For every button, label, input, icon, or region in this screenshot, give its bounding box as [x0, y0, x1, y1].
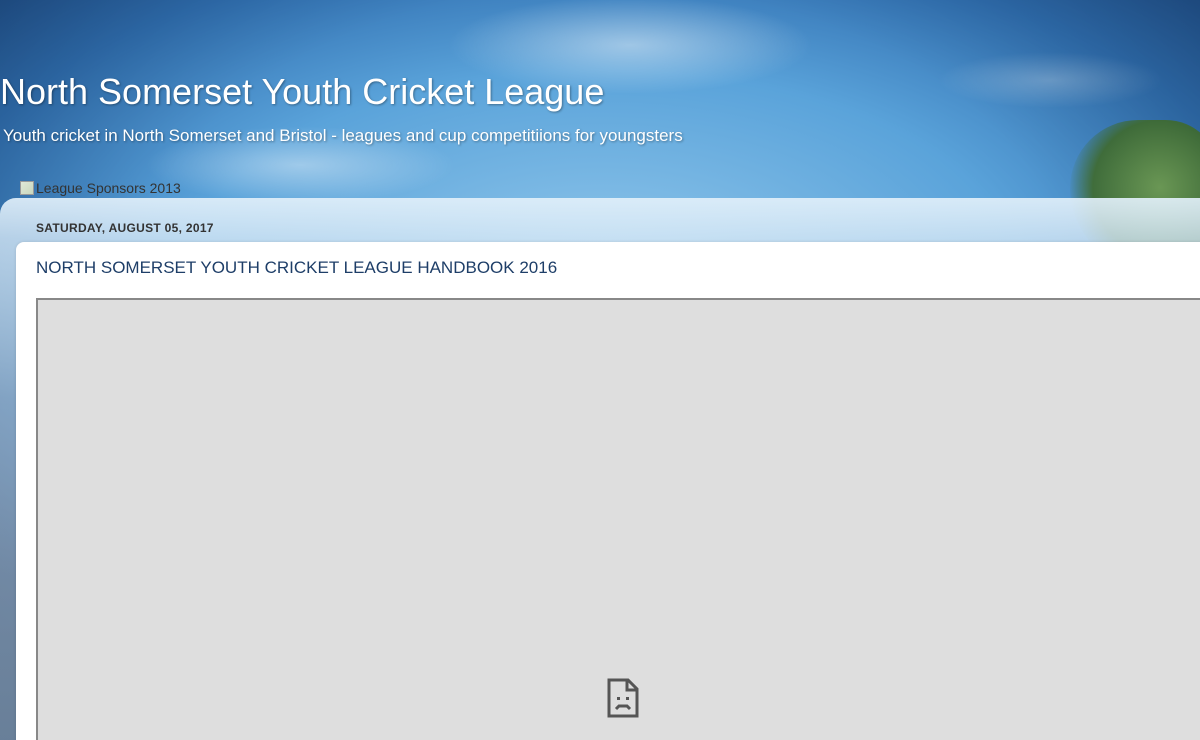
post-date-header: SATURDAY, AUGUST 05, 2017 [36, 221, 214, 235]
sponsor-image-alt-text: League Sponsors 2013 [36, 180, 181, 196]
blog-header: North Somerset Youth Cricket League Yout… [0, 70, 683, 146]
post-container: NORTH SOMERSET YOUTH CRICKET LEAGUE HAND… [16, 242, 1200, 740]
embedded-document-frame[interactable] [36, 298, 1200, 740]
broken-image-icon [20, 181, 34, 195]
blog-description: Youth cricket in North Somerset and Bris… [3, 126, 683, 145]
sponsor-image[interactable]: League Sponsors 2013 [20, 180, 181, 196]
blog-title[interactable]: North Somerset Youth Cricket League [0, 70, 683, 114]
post-title[interactable]: NORTH SOMERSET YOUTH CRICKET LEAGUE HAND… [36, 258, 557, 278]
sad-file-icon [607, 678, 639, 718]
